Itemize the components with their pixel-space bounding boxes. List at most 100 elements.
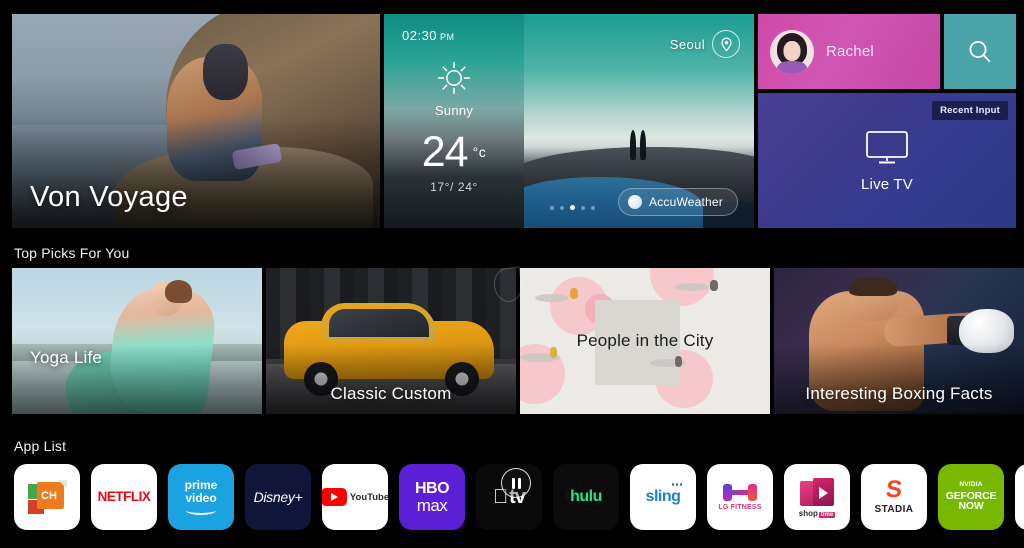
live-tv-label: Live TV <box>861 175 913 193</box>
weather-pagination-dots[interactable] <box>550 205 595 210</box>
weather-info-panel: 02:30 PM Sunny 24 °c 17°/ 24° <box>384 14 524 228</box>
content-card-title: Yoga Life <box>30 348 103 367</box>
app-tile-lg-fitness[interactable]: LG FITNESS <box>707 464 773 530</box>
avatar-body <box>777 60 807 74</box>
stadia-mark-icon: S <box>884 476 904 504</box>
weather-time-ampm: PM <box>440 32 455 42</box>
app-tile-next-partial[interactable] <box>1015 464 1024 530</box>
sling-signal-icon <box>671 483 683 486</box>
stadia-logo: S STADIA <box>874 476 914 515</box>
weather-location[interactable]: Seoul <box>670 30 740 58</box>
app-tile-stadia[interactable]: S STADIA <box>861 464 927 530</box>
channel-app-label: CH <box>41 490 57 502</box>
content-card-title: Interesting Boxing Facts <box>805 384 993 403</box>
user-profile-card[interactable]: Rachel <box>758 14 940 89</box>
weather-scenery: Seoul AccuWeather <box>524 14 754 228</box>
content-card-classic-custom[interactable]: Classic Custom <box>266 268 516 414</box>
prime-line1: prime <box>184 477 218 492</box>
content-card-people-in-the-city[interactable]: People in the City <box>520 268 770 414</box>
app-tile-hulu[interactable]: hulu <box>553 464 619 530</box>
youtube-label: YouTube <box>349 491 388 503</box>
app-tile-disney-plus[interactable]: Disney+ <box>245 464 311 530</box>
weather-location-label: Seoul <box>669 36 705 52</box>
city-shadow <box>675 282 709 291</box>
content-card-interesting-boxing-facts[interactable]: Interesting Boxing Facts <box>774 268 1024 414</box>
search-button[interactable] <box>944 14 1016 89</box>
hero-title: Von Voyage <box>30 181 188 213</box>
lg-fitness-label: LG FITNESS <box>718 503 762 511</box>
shop-time-logo: shop time <box>798 477 836 518</box>
prime-smile-icon <box>186 506 216 516</box>
app-tile-sling[interactable]: sling <box>630 464 696 530</box>
app-tile-channel[interactable]: CH <box>14 464 80 530</box>
weather-range: 17°/ 24° <box>430 179 478 194</box>
app-tile-netflix[interactable]: NETFLIX <box>91 464 157 530</box>
profile-search-row: Rachel <box>758 14 1016 89</box>
city-person <box>710 279 718 291</box>
search-icon <box>969 40 991 62</box>
now-label: NOW <box>958 500 984 513</box>
tv-monitor-icon <box>866 130 908 163</box>
app-tile-youtube[interactable]: YouTube <box>322 464 388 530</box>
pagination-dot[interactable] <box>550 205 554 210</box>
shop-label-main: shop <box>798 508 818 518</box>
weather-unit: °c <box>472 144 487 160</box>
avatar <box>770 29 814 74</box>
content-card-title: Classic Custom <box>330 384 452 403</box>
stadia-label: STADIA <box>874 503 914 515</box>
weather-temp-row: 24 °c <box>421 128 487 176</box>
shop-label-tag: time <box>818 511 836 518</box>
hbo-line1: HBO <box>414 479 450 497</box>
app-tile-prime-video[interactable]: prime video <box>168 464 234 530</box>
sling-logo: sling <box>645 483 683 506</box>
netflix-logo: NETFLIX <box>97 488 151 504</box>
prime-video-logo: prime video <box>184 477 218 516</box>
weather-temperature: 24 <box>421 128 469 176</box>
weather-card[interactable]: 02:30 PM Sunny 24 °c 17°/ 24° Seoul Accu… <box>384 14 754 228</box>
weather-time: 02:30 PM <box>402 28 454 43</box>
weather-condition: Sunny <box>434 103 474 118</box>
sling-label: sling <box>645 488 681 505</box>
top-picks-heading: Top Picks For You <box>14 245 130 261</box>
weather-tree <box>640 129 647 160</box>
tv-home-screen: Von Voyage 02:30 PM Sunny 24 °c 17°/ 24°… <box>0 0 1024 548</box>
nvidia-label: NVIDIA <box>959 481 983 489</box>
live-tv-card[interactable]: Recent Input Live TV <box>758 93 1016 228</box>
youtube-play-icon <box>322 488 347 506</box>
city-person <box>675 355 682 367</box>
city-person <box>550 346 557 358</box>
channel-app-icon: CH <box>28 480 67 514</box>
location-pin-icon[interactable] <box>712 30 740 58</box>
shop-time-label: shop time <box>798 508 836 518</box>
pagination-dot[interactable] <box>591 205 595 210</box>
accuweather-badge[interactable]: AccuWeather <box>617 188 738 216</box>
disney-plus-logo: Disney+ <box>253 489 303 505</box>
hulu-logo: hulu <box>570 488 602 505</box>
sun-icon <box>437 61 471 95</box>
hbo-line2: max <box>416 495 448 515</box>
hbo-max-logo: HBO max <box>414 479 450 515</box>
right-column: Rachel Recent Input Live TV <box>758 14 1016 228</box>
app-tile-hbo-max[interactable]: HBO max <box>399 464 465 530</box>
pagination-dot[interactable] <box>581 205 585 210</box>
weather-tree <box>629 129 636 160</box>
app-tile-shop-time[interactable]: shop time <box>784 464 850 530</box>
content-card-yoga-life[interactable]: Yoga Life <box>12 268 262 414</box>
weather-condition-group: Sunny <box>435 59 473 118</box>
accuweather-logo-icon <box>627 195 642 209</box>
pagination-dot[interactable] <box>560 205 564 210</box>
hero-banner-card[interactable]: Von Voyage <box>12 14 380 228</box>
youtube-logo: YouTube <box>322 488 388 506</box>
pause-cursor[interactable] <box>501 468 531 498</box>
app-tile-geforce-now[interactable]: NVIDIA GEFORCE NOW <box>938 464 1004 530</box>
top-row: Von Voyage 02:30 PM Sunny 24 °c 17°/ 24°… <box>12 14 1016 228</box>
weather-time-value: 02:30 <box>402 28 438 43</box>
city-person <box>570 288 578 300</box>
profile-name: Rachel <box>826 43 874 60</box>
recent-input-badge: Recent Input <box>932 101 1008 120</box>
prime-line2: video <box>185 490 217 505</box>
pagination-dot-active[interactable] <box>570 205 575 210</box>
avatar-face <box>783 40 801 61</box>
lg-fitness-logo: LG FITNESS <box>718 483 762 511</box>
app-list-heading: App List <box>14 438 67 454</box>
